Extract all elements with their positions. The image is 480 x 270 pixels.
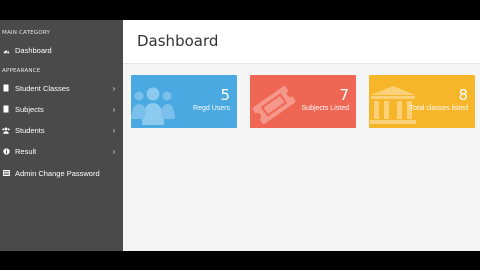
users-icon xyxy=(131,85,179,125)
stat-caption: Subjects Listed xyxy=(301,105,349,112)
stat-card-classes[interactable]: 8 Total classes listed xyxy=(369,75,475,128)
stat-caption: Total classes listed xyxy=(409,105,468,112)
app-window: MAIN CATEGORY Dashboard APPEARANCE Stude… xyxy=(0,20,480,251)
stat-card-subjects[interactable]: 7 Subjects Listed xyxy=(250,75,356,128)
stat-count: 8 xyxy=(458,86,468,104)
stat-card-users[interactable]: 5 Regd Users xyxy=(131,75,237,128)
file-icon xyxy=(2,105,10,113)
sidebar-item-subjects[interactable]: Subjects › xyxy=(0,100,123,118)
section-label-appearance: APPEARANCE xyxy=(2,68,41,74)
sidebar-item-admin-change-password[interactable]: Admin Change Password xyxy=(0,164,123,182)
list-icon xyxy=(2,169,10,177)
file-icon xyxy=(2,84,10,92)
page-title: Dashboard xyxy=(137,32,219,50)
section-label-main-category: MAIN CATEGORY xyxy=(2,30,51,36)
sidebar-item-result[interactable]: Result › xyxy=(0,142,123,160)
chevron-right-icon: › xyxy=(112,146,116,156)
stat-caption: Regd Users xyxy=(193,105,230,112)
users-icon xyxy=(2,126,10,134)
sidebar-item-label: Subjects xyxy=(15,104,44,114)
stat-count: 7 xyxy=(339,86,349,104)
sidebar-item-label: Students xyxy=(15,125,45,135)
info-icon xyxy=(2,147,10,155)
sidebar-item-label: Student Classes xyxy=(15,83,70,93)
sidebar: MAIN CATEGORY Dashboard APPEARANCE Stude… xyxy=(0,20,123,251)
letterbox-bar xyxy=(0,251,480,270)
dashboard-icon xyxy=(2,46,10,54)
chevron-right-icon: › xyxy=(112,104,116,114)
chevron-right-icon: › xyxy=(112,83,116,93)
sidebar-item-dashboard[interactable]: Dashboard xyxy=(0,41,123,59)
page-header: Dashboard xyxy=(123,20,480,64)
chevron-right-icon: › xyxy=(112,125,116,135)
sidebar-item-students[interactable]: Students › xyxy=(0,121,123,139)
sidebar-item-label: Dashboard xyxy=(15,45,52,55)
sidebar-item-label: Admin Change Password xyxy=(15,168,100,178)
sidebar-item-student-classes[interactable]: Student Classes › xyxy=(0,79,123,97)
ticket-icon xyxy=(250,85,298,125)
main-content: Dashboard 5 Regd Users 7 Subjects Listed… xyxy=(123,20,480,251)
stat-count: 5 xyxy=(220,86,230,104)
sidebar-item-label: Result xyxy=(15,146,37,156)
